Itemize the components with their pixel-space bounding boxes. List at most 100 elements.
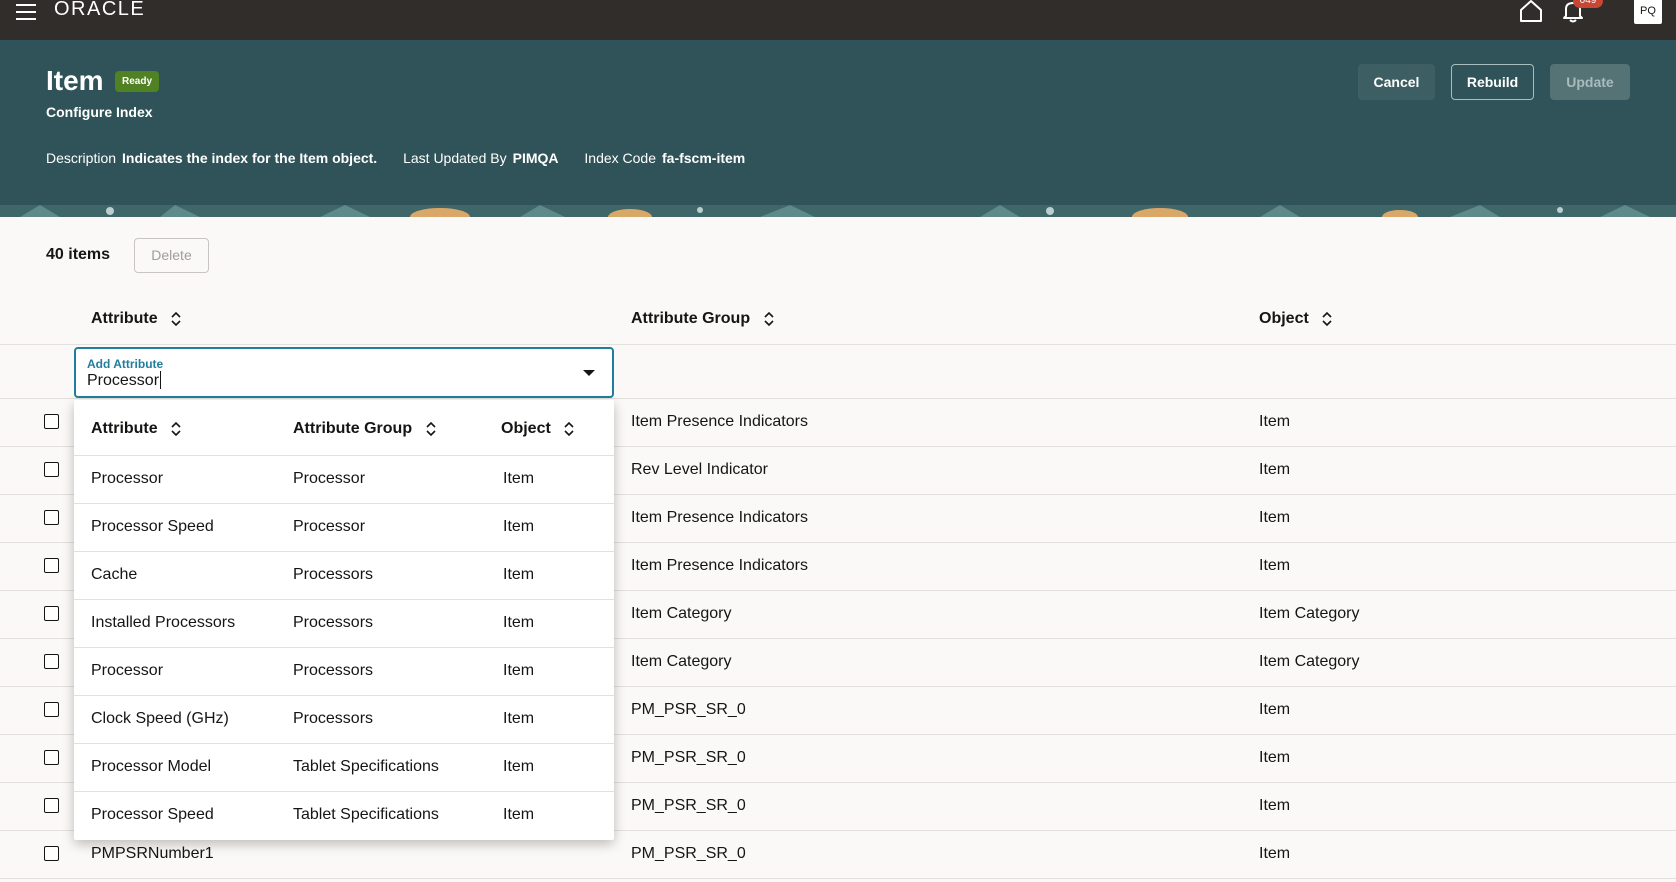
column-header-attribute-group-label: Attribute Group (631, 310, 751, 327)
cell-object: Item Category (1259, 653, 1360, 670)
column-header-attribute-group[interactable]: Attribute Group (631, 310, 775, 328)
option-attribute: Clock Speed (GHz) (91, 710, 229, 727)
dropdown-header-object-label: Object (501, 420, 551, 437)
row-checkbox[interactable] (44, 414, 59, 429)
column-header-attribute[interactable]: Attribute (91, 310, 182, 328)
option-attribute: Processor (91, 470, 164, 487)
decorative-banner (0, 205, 1676, 217)
sort-icon[interactable] (563, 421, 575, 437)
add-attribute-combobox[interactable]: Add Attribute Processor (74, 347, 614, 398)
dropdown-option[interactable]: Cache Processors Item (74, 551, 614, 599)
row-checkbox[interactable] (44, 798, 59, 813)
updated-by-value: PIMQA (512, 150, 559, 166)
description-label: Description (46, 150, 117, 166)
dropdown-header-attribute-group[interactable]: Attribute Group (293, 420, 437, 438)
row-checkbox[interactable] (44, 606, 59, 621)
row-checkbox[interactable] (44, 750, 59, 765)
row-checkbox[interactable] (44, 558, 59, 573)
page-subtitle: Configure Index (46, 104, 153, 120)
chevron-down-icon[interactable] (582, 369, 596, 377)
home-icon[interactable] (1518, 0, 1544, 23)
header-divider (0, 344, 1676, 345)
option-object: Item (503, 518, 535, 535)
option-attribute-group: Processor (293, 518, 366, 535)
updated-by-label: Last Updated By (403, 150, 507, 166)
cell-attribute-group: Item Category (631, 605, 732, 622)
option-attribute-group: Processors (293, 662, 374, 679)
option-object: Item (503, 662, 535, 679)
cell-attribute-group: Item Presence Indicators (631, 557, 808, 574)
option-object: Item (503, 614, 535, 631)
dropdown-option[interactable]: Processor Speed Tablet Specifications It… (74, 791, 614, 839)
dropdown-option[interactable]: Processor Processor Item (74, 455, 614, 503)
column-header-object[interactable]: Object (1259, 310, 1333, 328)
dropdown-header-attribute[interactable]: Attribute (91, 420, 182, 438)
cell-attribute-group: Item Category (631, 653, 732, 670)
cell-object: Item (1259, 461, 1291, 478)
dropdown-option[interactable]: Installed Processors Processors Item (74, 599, 614, 647)
delete-button[interactable]: Delete (134, 238, 209, 273)
item-count: 40 items (46, 246, 111, 263)
cell-object: Item (1259, 749, 1291, 766)
option-attribute: Processor Model (91, 758, 212, 775)
cell-object: Item (1259, 413, 1291, 430)
row-checkbox[interactable] (44, 510, 59, 525)
hamburger-menu-icon[interactable] (14, 3, 38, 21)
cell-object: Item Category (1259, 605, 1360, 622)
cell-attribute-group: PM_PSR_SR_0 (631, 797, 746, 814)
index-metadata: Description Indicates the index for the I… (46, 150, 767, 166)
option-attribute-group: Tablet Specifications (293, 806, 439, 823)
cell-object: Item (1259, 701, 1291, 718)
sort-icon[interactable] (763, 311, 775, 327)
cell-attribute: PMPSRNumber1 (91, 845, 214, 862)
sort-icon[interactable] (425, 421, 437, 437)
cell-attribute-group: PM_PSR_SR_0 (631, 845, 746, 862)
option-attribute-group: Processors (293, 566, 374, 583)
cell-attribute-group: Item Presence Indicators (631, 509, 808, 526)
user-avatar[interactable]: PQ (1634, 0, 1662, 24)
dropdown-option[interactable]: Processor Speed Processor Item (74, 503, 614, 551)
cell-attribute-group: PM_PSR_SR_0 (631, 701, 746, 718)
row-checkbox[interactable] (44, 462, 59, 477)
cell-attribute-group: Item Presence Indicators (631, 413, 808, 430)
update-button[interactable]: Update (1550, 64, 1630, 100)
cell-object: Item (1259, 845, 1291, 862)
text-caret (160, 371, 162, 389)
option-attribute-group: Processors (293, 614, 374, 631)
dropdown-header-attribute-label: Attribute (91, 420, 158, 437)
add-attribute-value: Processor (87, 372, 160, 389)
option-attribute: Installed Processors (91, 614, 236, 631)
oracle-logo: ORACLE (54, 0, 146, 20)
dropdown-header-object[interactable]: Object (501, 420, 575, 438)
option-attribute-group: Processors (293, 710, 374, 727)
dropdown-option[interactable]: Clock Speed (GHz) Processors Item (74, 695, 614, 743)
row-checkbox[interactable] (44, 702, 59, 717)
global-header: ORACLE 049 PQ (0, 0, 1676, 40)
description-value: Indicates the index for the Item object. (122, 150, 378, 166)
cell-object: Item (1259, 797, 1291, 814)
option-attribute: Processor Speed (91, 806, 214, 823)
cell-object: Item (1259, 557, 1291, 574)
cell-attribute-group: PM_PSR_SR_0 (631, 749, 746, 766)
cell-object: Item (1259, 509, 1291, 526)
dropdown-option[interactable]: Processor Model Tablet Specifications It… (74, 743, 614, 791)
sort-icon[interactable] (1321, 311, 1333, 327)
dropdown-header-attribute-group-label: Attribute Group (293, 420, 413, 437)
index-code-value: fa-fscm-item (662, 150, 746, 166)
add-attribute-input[interactable]: Processor (87, 371, 162, 390)
dropdown-option[interactable]: Processor Processors Item (74, 647, 614, 695)
notification-count-badge: 049 (1573, 0, 1603, 8)
sort-icon[interactable] (170, 311, 182, 327)
rebuild-button[interactable]: Rebuild (1451, 64, 1534, 100)
row-checkbox[interactable] (44, 654, 59, 669)
sort-icon[interactable] (170, 421, 182, 437)
row-checkbox[interactable] (44, 846, 59, 861)
option-attribute: Processor Speed (91, 518, 214, 535)
option-object: Item (503, 758, 535, 775)
status-badge: Ready (115, 71, 160, 92)
cancel-button[interactable]: Cancel (1358, 64, 1435, 100)
column-header-object-label: Object (1259, 310, 1309, 327)
index-code-label: Index Code (584, 150, 656, 166)
option-object: Item (503, 806, 535, 823)
page-title: Item (46, 65, 104, 96)
